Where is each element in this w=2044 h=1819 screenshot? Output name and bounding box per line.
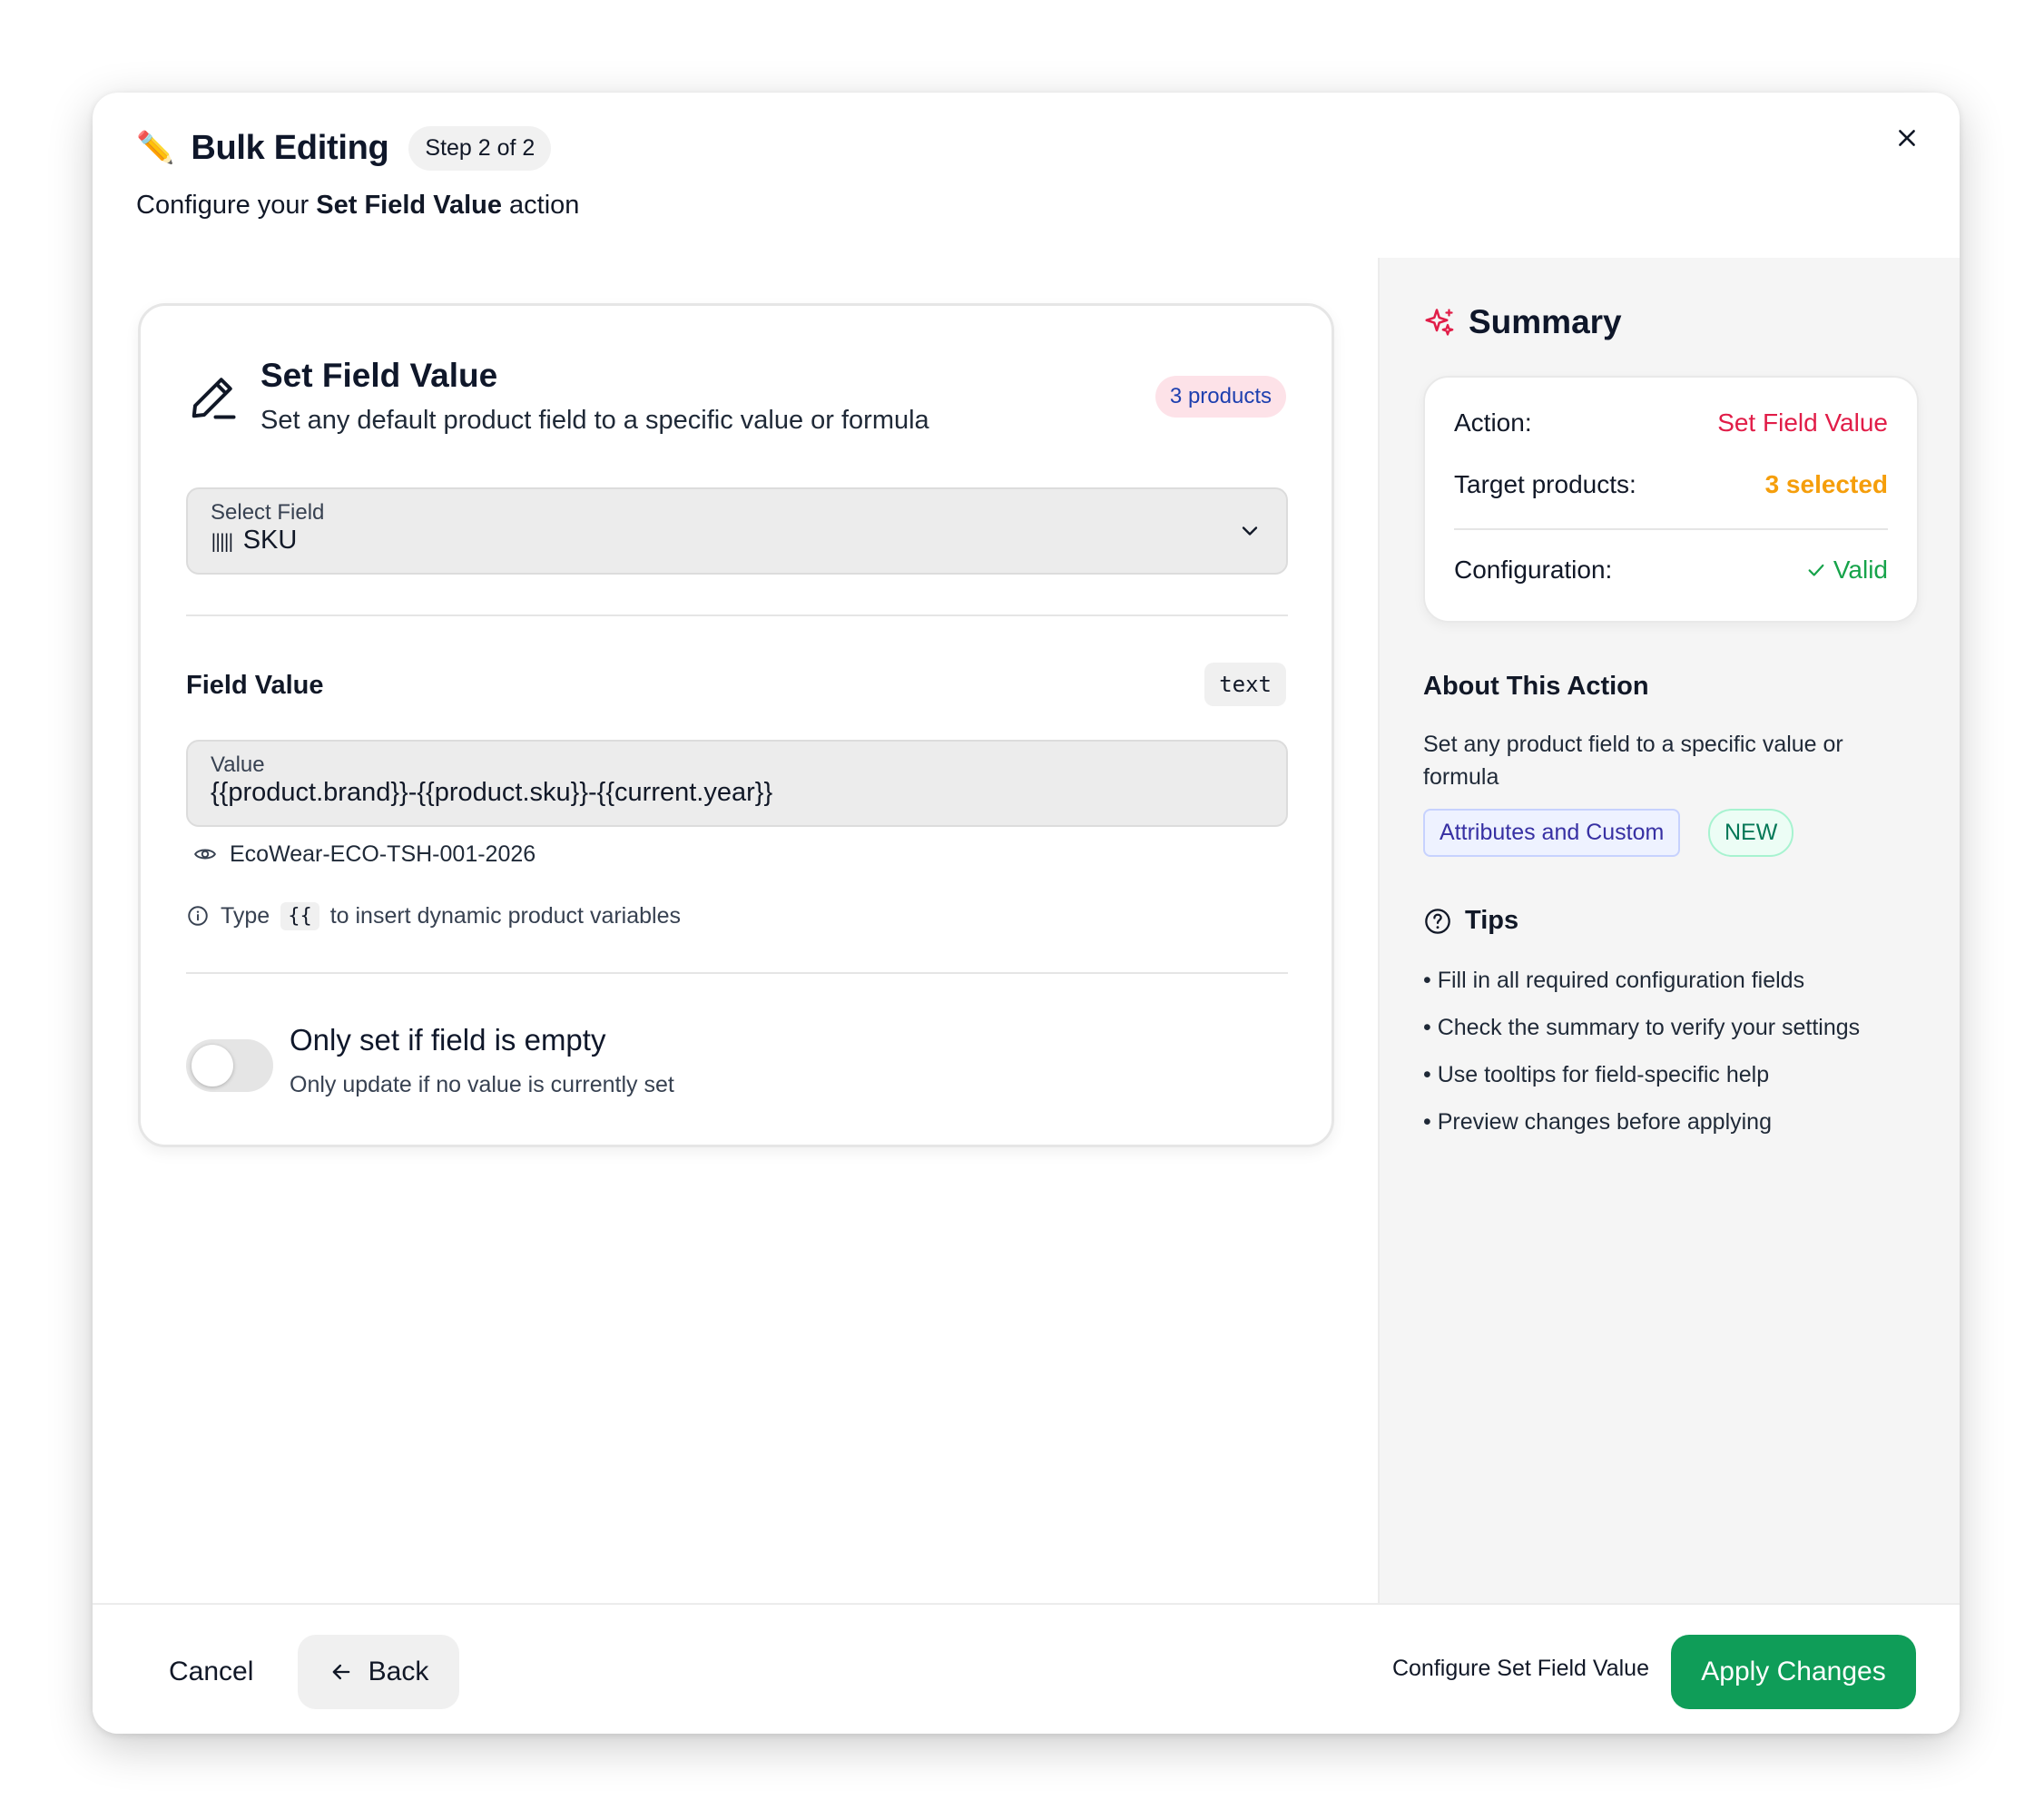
- new-badge: NEW: [1708, 809, 1794, 857]
- close-icon: [1899, 130, 1915, 146]
- toggle-title: Only set if field is empty: [290, 1023, 606, 1057]
- summary-row-action: Action: Set Field Value: [1454, 408, 1888, 437]
- chevron-down-icon: [1242, 526, 1258, 536]
- toggle-knob: [192, 1045, 233, 1086]
- close-button[interactable]: [1885, 116, 1929, 160]
- check-icon: [1808, 564, 1824, 576]
- summary-row-target: Target products: 3 selected: [1454, 470, 1888, 498]
- select-field-value: SKU: [242, 526, 298, 555]
- divider: [186, 972, 1288, 974]
- modal-title: Bulk Editing: [191, 128, 389, 167]
- barcode-icon: |||||: [211, 529, 234, 552]
- tips-list: Fill in all required configuration field…: [1423, 964, 1860, 1153]
- select-field-dropdown[interactable]: Select Field ||||| SKU: [186, 487, 1288, 575]
- sparkles-icon: [1425, 309, 1454, 336]
- value-input[interactable]: Value {{product.brand}}-{{product.sku}}-…: [186, 740, 1288, 827]
- summary-card: Action: Set Field Value Target products:…: [1423, 376, 1919, 623]
- hint-code: {{: [280, 901, 319, 930]
- divider: [186, 615, 1288, 616]
- about-title: About This Action: [1423, 672, 1649, 701]
- summary-panel: Summary Action: Set Field Value Target p…: [1378, 258, 1960, 1603]
- only-if-empty-toggle[interactable]: [186, 1039, 273, 1092]
- pencil-icon: [192, 378, 236, 419]
- step-badge: Step 2 of 2: [408, 125, 552, 171]
- value-input-text: {{product.brand}}-{{product.sku}}-{{curr…: [211, 778, 773, 807]
- help-circle-icon: [1425, 908, 1450, 934]
- summary-row-configuration: Configuration: Valid: [1454, 556, 1888, 584]
- preview-text: EcoWear-ECO-TSH-001-2026: [230, 841, 536, 867]
- summary-title: Summary: [1469, 303, 1622, 340]
- products-badge: 3 products: [1155, 376, 1286, 418]
- info-icon: [188, 906, 208, 926]
- apply-changes-button[interactable]: Apply Changes: [1671, 1635, 1916, 1709]
- field-type-chip: text: [1204, 663, 1286, 706]
- modal-header: ✏️ Bulk Editing Step 2 of 2 Configure yo…: [136, 125, 579, 221]
- modal-subtitle: Configure your Set Field Value action: [136, 191, 580, 220]
- variable-hint: Type {{ to insert dynamic product variab…: [186, 898, 681, 934]
- eye-icon: [194, 849, 216, 860]
- value-input-label: Value: [211, 752, 265, 777]
- divider: [1454, 528, 1888, 530]
- value-preview: EcoWear-ECO-TSH-001-2026: [193, 836, 536, 872]
- about-description: Set any product field to a specific valu…: [1423, 732, 1843, 790]
- toggle-subtitle: Only update if no value is currently set: [290, 1072, 674, 1097]
- list-item: Use tooltips for field-specific help: [1423, 1058, 1860, 1106]
- list-item: Check the summary to verify your setting…: [1423, 1011, 1860, 1058]
- field-value-heading: Field Value: [186, 671, 324, 700]
- category-tag: Attributes and Custom: [1423, 809, 1681, 857]
- bulk-edit-modal: ✏️ Bulk Editing Step 2 of 2 Configure yo…: [93, 93, 1960, 1734]
- back-button[interactable]: Back: [298, 1635, 459, 1709]
- footer-status-text: Configure Set Field Value: [1391, 1656, 1649, 1681]
- tips-title: Tips: [1465, 906, 1519, 935]
- pencil-emoji-icon: ✏️: [136, 131, 175, 165]
- config-panel: Set Field Value Set any default product …: [93, 258, 1378, 1603]
- arrow-left-icon: [332, 1664, 349, 1680]
- list-item: Preview changes before applying: [1423, 1106, 1860, 1153]
- card-description: Set any default product field to a speci…: [260, 406, 929, 435]
- modal-footer: Cancel Back Configure Set Field Value Ap…: [93, 1603, 1960, 1734]
- list-item: Fill in all required configuration field…: [1423, 964, 1860, 1011]
- cancel-button[interactable]: Cancel: [138, 1636, 284, 1708]
- action-card: Set Field Value Set any default product …: [138, 303, 1334, 1147]
- select-field-label: Select Field: [211, 500, 325, 525]
- card-title: Set Field Value: [260, 357, 498, 394]
